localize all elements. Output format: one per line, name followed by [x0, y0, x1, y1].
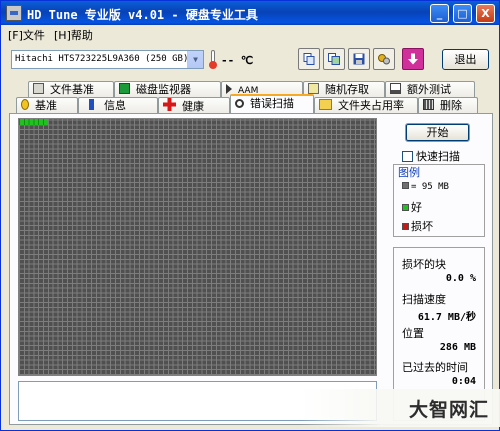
- health-cross-icon: [163, 98, 176, 111]
- good-swatch-icon: [402, 204, 409, 211]
- tab-disk-monitor[interactable]: 磁盘监视器: [114, 81, 221, 98]
- tab-random-access[interactable]: 随机存取: [303, 81, 385, 98]
- save-icon: [353, 53, 365, 65]
- legend-title: 图例: [398, 166, 420, 179]
- folder-icon: [319, 99, 332, 110]
- checkbox-box[interactable]: [402, 151, 413, 162]
- toolbar: Hitachi HTS723225L9A360 (250 GB) ▼ -- ℃ …: [1, 44, 499, 76]
- options-icon: [378, 54, 390, 65]
- save-button[interactable]: [348, 48, 370, 70]
- tab-extra-tests[interactable]: 额外测试: [385, 81, 475, 98]
- speaker-icon: [226, 84, 232, 94]
- start-button[interactable]: 开始: [405, 123, 470, 142]
- position-value: 286 MB: [439, 342, 476, 353]
- extra-tests-icon: [390, 83, 401, 94]
- tab-error-scan[interactable]: 错误扫描: [230, 94, 314, 113]
- title-bar[interactable]: HD Tune 专业版 v4.01 - 硬盘专业工具 _ □ X: [1, 1, 499, 25]
- window-title: HD Tune 专业版 v4.01 - 硬盘专业工具: [27, 8, 258, 22]
- tab-info[interactable]: 信息: [78, 97, 158, 114]
- benchmark-icon: [33, 83, 44, 94]
- damaged-blocks-label: 损坏的块: [402, 258, 446, 271]
- tab-file-benchmark[interactable]: 文件基准: [28, 81, 114, 98]
- chevron-down-icon[interactable]: ▼: [187, 51, 203, 68]
- copy-screenshot-icon: [328, 53, 340, 65]
- legend-bad: 损坏: [402, 218, 433, 234]
- tab-benchmark[interactable]: 基准: [16, 97, 78, 114]
- tab-erase[interactable]: 删除: [418, 97, 478, 114]
- elapsed-time-value: 0:04: [451, 376, 476, 387]
- tab-folder-usage[interactable]: 文件夹占用率: [314, 97, 418, 114]
- block-swatch-icon: [402, 182, 409, 189]
- drive-select-value: Hitachi HTS723225L9A360 (250 GB): [15, 54, 189, 64]
- bad-swatch-icon: [402, 223, 409, 230]
- magnifier-icon: [235, 99, 244, 108]
- menu-file[interactable]: [F]文件: [8, 27, 45, 43]
- monitor-icon: [119, 83, 130, 94]
- menu-bar: [F]文件 [H]帮助: [1, 25, 499, 43]
- scan-speed-label: 扫描速度: [402, 293, 446, 306]
- scan-speed-value: 61.7 MB/秒: [417, 312, 476, 323]
- info-icon: [89, 99, 94, 110]
- benchmark-icon: [21, 99, 29, 110]
- download-icon: [408, 53, 418, 65]
- options-button[interactable]: [373, 48, 395, 70]
- copy-screenshot-button[interactable]: [323, 48, 345, 70]
- damaged-blocks-value: 0.0 %: [445, 273, 476, 284]
- elapsed-time-label: 已过去的时间: [402, 361, 468, 374]
- quick-scan-label: 快速扫描: [416, 150, 460, 163]
- hdtune-app-icon: [6, 5, 22, 21]
- minimize-button[interactable]: _: [430, 4, 449, 23]
- legend-group: 图例 = 95 MB 好 损坏: [393, 164, 485, 237]
- copy-text-icon: [303, 53, 315, 65]
- legend-block-size: = 95 MB: [402, 182, 449, 192]
- quick-scan-checkbox[interactable]: 快速扫描: [402, 148, 460, 164]
- thermometer-icon: [209, 50, 217, 69]
- menu-help[interactable]: [H]帮助: [54, 27, 93, 43]
- close-button[interactable]: X: [476, 4, 495, 23]
- scanned-blocks: [19, 119, 48, 125]
- tab-health[interactable]: 健康: [158, 97, 230, 114]
- legend-good: 好: [402, 199, 422, 215]
- exit-button[interactable]: 退出: [442, 49, 489, 70]
- scan-block-grid: [18, 118, 377, 376]
- copy-text-button[interactable]: [298, 48, 320, 70]
- drive-select[interactable]: Hitachi HTS723225L9A360 (250 GB) ▼: [11, 50, 204, 69]
- temperature-readout: -- ℃: [221, 54, 254, 67]
- download-button[interactable]: [402, 48, 424, 70]
- trash-icon: [423, 99, 434, 110]
- position-label: 位置: [402, 327, 424, 340]
- random-access-icon: [308, 83, 319, 94]
- watermark-text: 大智网汇: [409, 399, 490, 421]
- app-window: HD Tune 专业版 v4.01 - 硬盘专业工具 _ □ X [F]文件 […: [0, 0, 500, 431]
- maximize-button[interactable]: □: [453, 4, 472, 23]
